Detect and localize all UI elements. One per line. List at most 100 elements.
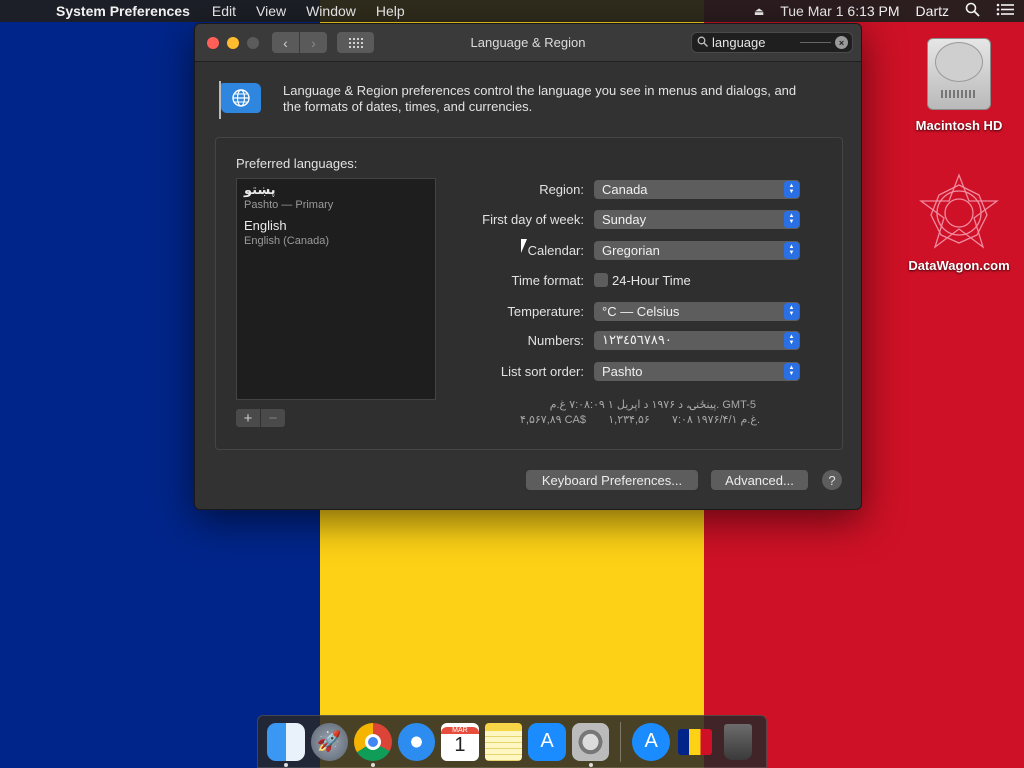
desktop-icon-label: DataWagon.com [908,258,1010,273]
desktop-icon-label: Macintosh HD [915,118,1003,133]
time-format-row: Time format: 24-Hour Time [456,270,801,290]
language-name: English [244,218,287,233]
mouse-cursor-icon [521,239,533,253]
advanced-button[interactable]: Advanced... [711,470,808,490]
keyboard-preferences-button[interactable]: Keyboard Preferences... [526,470,698,490]
preferred-languages-list[interactable]: پښتو Pashto — Primary English English (C… [236,178,436,400]
popup-arrows-icon: ▲ ▼ [784,302,799,320]
dock: 🚀 MAR 1 A A [257,715,767,768]
calendar-popup[interactable]: Gregorian ▲ ▼ [594,240,800,260]
menu-bar: System Preferences Edit View Window Help… [0,0,1024,22]
format-sample-datetime: پينځنۍ، د ۱۹۷۶ د اپریل ۱ ۷:۰۸:۰۹ غ.م. GM… [549,399,756,411]
desktop-icon-datawagon[interactable]: DataWagon.com [899,170,1019,273]
menu-clock[interactable]: Tue Mar 1 6:13 PM [780,3,899,19]
language-item-english[interactable]: English English (Canada) [237,215,435,251]
region-popup[interactable]: Canada ▲ ▼ [594,179,800,199]
hard-drive-icon [923,32,995,112]
first-day-row: First day of week: Sunday ▲ ▼ [456,209,801,229]
language-subtitle: Pashto — Primary [244,199,334,211]
intro-section: Language & Region preferences control th… [217,81,803,119]
time-format-label: Time format: [511,272,584,288]
minus-icon: − [268,409,278,427]
sample-currency: ۴,۵۶۷,۸۹ CA$ [520,414,587,426]
search-field[interactable]: × [691,32,853,53]
help-button[interactable]: ? [822,470,842,490]
dock-app-store-downloads-icon[interactable]: A [632,722,670,761]
language-flag-icon [217,81,261,119]
dock-finder-icon[interactable] [267,722,305,767]
sort-order-popup[interactable]: Pashto ▲ ▼ [594,361,800,381]
datawagon-logo-icon [916,170,1002,256]
language-item-pashto[interactable]: پښتو Pashto — Primary [237,179,435,215]
preferred-languages-label: Preferred languages: [236,156,358,171]
calendar-value: Gregorian [602,242,660,258]
menu-app-name[interactable]: System Preferences [56,3,190,19]
search-input[interactable] [712,35,796,50]
first-day-value: Sunday [602,211,647,227]
popup-arrows-icon: ▲ ▼ [784,241,799,259]
intro-description: Language & Region preferences control th… [283,83,797,114]
dock-romania-flag-icon[interactable] [676,723,714,761]
numbers-value: ١٢٣٤٥٦٧٨٩٠ [602,332,672,347]
dock-separator [620,721,622,762]
calendar-row: Calendar: Gregorian ▲ ▼ [456,240,801,260]
language-add-remove: + − [236,409,285,427]
language-subtitle: English (Canada) [244,235,329,247]
numbers-popup[interactable]: ١٢٣٤٥٦٧٨٩٠ ▲ ▼ [594,330,800,350]
sample-number: ۱,۲۳۴,۵۶ [608,414,650,426]
numbers-row: Numbers: ١٢٣٤٥٦٧٨٩٠ ▲ ▼ [456,330,801,350]
popup-arrows-icon: ▲ ▼ [784,210,799,228]
temperature-row: Temperature: °C — Celsius ▲ ▼ [456,301,801,321]
24-hour-label[interactable]: 24-Hour Time [612,273,691,288]
sample-short-date: ۷:۰۸ ۱۹۷۶/۴/۱ غ.م. [672,414,760,426]
dock-system-preferences-icon[interactable] [571,722,610,767]
window-titlebar: ‹ › Language & Region × [195,24,861,62]
calendar-month: MAR [441,726,479,734]
numbers-label: Numbers: [527,332,584,348]
dock-app-store-icon[interactable]: A [528,722,566,761]
eject-icon[interactable]: ⏏ [754,5,764,18]
remove-language-button[interactable]: − [261,409,285,427]
24-hour-checkbox[interactable] [594,273,608,287]
menu-help[interactable]: Help [376,3,405,19]
format-sample-values: ۴,۵۶۷,۸۹ CA$ ۱,۲۳۴,۵۶ ۷:۰۸ ۱۹۷۶/۴/۱ غ.م. [520,413,760,426]
calendar-day: 1 [454,733,466,756]
calendar-label: Calendar: [527,242,584,258]
clear-search-icon[interactable]: × [835,36,848,49]
search-underline [800,42,831,43]
language-region-window: ‹ › Language & Region × [194,23,862,510]
dock-safari-icon[interactable] [397,722,436,761]
menu-window[interactable]: Window [306,3,356,19]
dock-calendar-icon[interactable]: MAR 1 [441,722,479,761]
notification-center-icon[interactable] [996,3,1014,19]
region-value: Canada [602,181,648,197]
temperature-value: °C — Celsius [602,303,680,319]
plus-icon: + [243,409,253,427]
menu-user[interactable]: Dartz [916,3,949,19]
first-day-popup[interactable]: Sunday ▲ ▼ [594,209,800,229]
popup-arrows-icon: ▲ ▼ [784,180,799,198]
sort-order-value: Pashto [602,363,643,379]
search-icon [697,36,708,50]
add-language-button[interactable]: + [236,409,260,427]
desktop-icon-macintosh-hd[interactable]: Macintosh HD [899,32,1019,133]
dock-trash-icon[interactable] [719,723,757,761]
region-label: Region: [539,181,584,197]
spotlight-search-icon[interactable] [965,2,980,20]
sort-order-label: List sort order: [500,363,584,379]
menu-edit[interactable]: Edit [212,3,236,19]
dock-notes-icon[interactable] [484,722,523,761]
dock-chrome-icon[interactable] [354,722,392,767]
settings-group: Preferred languages: پښتو Pashto — Prima… [215,137,843,450]
menu-view[interactable]: View [256,3,286,19]
language-name: پښتو [244,182,276,197]
time-format-checkbox-wrap[interactable]: 24-Hour Time [594,273,691,288]
region-row: Region: Canada ▲ ▼ [456,179,801,199]
first-day-label: First day of week: [482,211,584,227]
temperature-label: Temperature: [507,303,584,319]
dock-launchpad-icon[interactable]: 🚀 [310,722,349,761]
popup-arrows-icon: ▲ ▼ [784,331,799,349]
temperature-popup[interactable]: °C — Celsius ▲ ▼ [594,301,800,321]
popup-arrows-icon: ▲ ▼ [784,362,799,380]
sort-order-row: List sort order: Pashto ▲ ▼ [456,361,801,381]
